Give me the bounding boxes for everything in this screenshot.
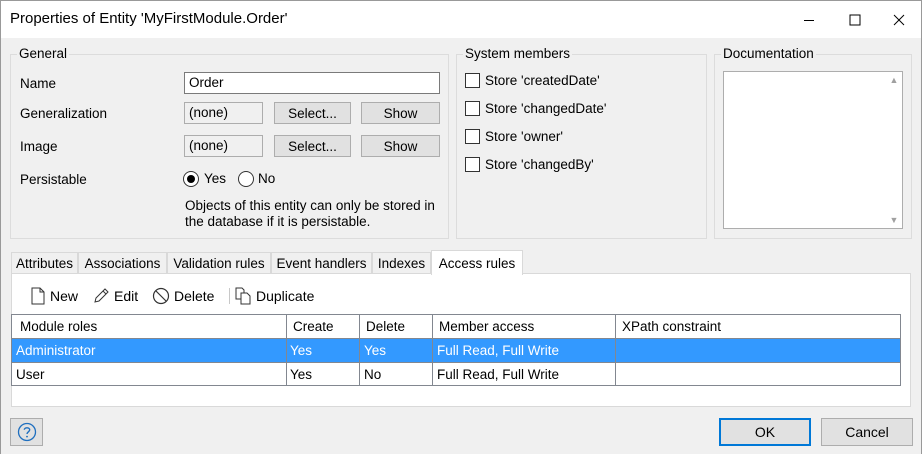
- image-show-button[interactable]: Show: [361, 135, 440, 157]
- new-document-icon: [31, 287, 45, 305]
- new-button[interactable]: New: [30, 286, 78, 306]
- cell-delete: No: [364, 367, 382, 382]
- access-rules-toolbar: New Edit Delete Duplicate: [22, 282, 902, 310]
- persistable-note-line2: the database if it is persistable.: [185, 214, 371, 229]
- properties-dialog: Properties of Entity 'MyFirstModule.Orde…: [0, 0, 922, 454]
- created-date-label[interactable]: Store 'createdDate': [485, 73, 600, 88]
- title-bar: Properties of Entity 'MyFirstModule.Orde…: [1, 1, 921, 38]
- column-divider: [432, 315, 433, 385]
- cell-delete: Yes: [364, 343, 387, 358]
- persistable-note-line1: Objects of this entity can only be store…: [185, 198, 435, 213]
- persistable-label: Persistable: [20, 172, 87, 187]
- access-rules-table: Module roles Create Delete Member access…: [11, 314, 901, 386]
- ok-button[interactable]: OK: [719, 418, 811, 446]
- delete-button[interactable]: Delete: [152, 286, 214, 306]
- persistable-yes-label[interactable]: Yes: [204, 171, 226, 186]
- documentation-legend: Documentation: [721, 46, 816, 61]
- documentation-textarea[interactable]: [723, 71, 903, 229]
- generalization-show-button[interactable]: Show: [361, 102, 440, 124]
- toolbar-separator: [229, 288, 230, 304]
- system-members-legend: System members: [463, 46, 573, 61]
- name-input[interactable]: Order: [184, 72, 440, 94]
- window-title: Properties of Entity 'MyFirstModule.Orde…: [10, 10, 288, 27]
- help-button[interactable]: [10, 418, 43, 446]
- edit-label: Edit: [114, 288, 139, 304]
- created-date-checkbox[interactable]: [465, 73, 480, 88]
- persistable-no-label[interactable]: No: [258, 171, 275, 186]
- cell-create: Yes: [290, 367, 313, 382]
- system-members-group: System members Store 'createdDate' Store…: [456, 46, 707, 239]
- pencil-icon: [94, 288, 109, 303]
- name-label: Name: [20, 76, 57, 91]
- image-label: Image: [20, 139, 58, 154]
- delete-icon: [152, 287, 170, 305]
- close-button[interactable]: [876, 1, 922, 38]
- edit-button[interactable]: Edit: [92, 286, 138, 306]
- changed-by-label[interactable]: Store 'changedBy': [485, 157, 594, 172]
- minimize-icon: [804, 19, 814, 21]
- column-header-create[interactable]: Create: [289, 315, 359, 339]
- maximize-icon: [849, 14, 861, 25]
- cell-module-role: User: [16, 367, 45, 382]
- cell-xpath: [616, 363, 886, 387]
- minimize-button[interactable]: [786, 1, 832, 38]
- tab-indexes[interactable]: Indexes: [372, 252, 431, 274]
- general-group: General Name Order Generalization (none)…: [10, 46, 449, 239]
- tab-attributes[interactable]: Attributes: [11, 252, 78, 274]
- changed-by-checkbox[interactable]: [465, 157, 480, 172]
- changed-date-checkbox[interactable]: [465, 101, 480, 116]
- scroll-down-icon[interactable]: ▼: [886, 212, 902, 228]
- generalization-label: Generalization: [20, 106, 108, 121]
- column-header-delete[interactable]: Delete: [362, 315, 432, 339]
- duplicate-label: Duplicate: [256, 288, 315, 304]
- tab-event-handlers[interactable]: Event handlers: [271, 252, 372, 274]
- persistable-no-radio[interactable]: [238, 171, 254, 187]
- generalization-select-button[interactable]: Select...: [274, 102, 351, 124]
- table-row[interactable]: User Yes No Full Read, Full Write: [12, 363, 900, 387]
- delete-label: Delete: [174, 288, 215, 304]
- cell-member-access: Full Read, Full Write: [437, 367, 560, 382]
- cell-module-role: Administrator: [16, 343, 96, 358]
- image-select-button[interactable]: Select...: [274, 135, 351, 157]
- column-header-xpath-constraint[interactable]: XPath constraint: [618, 315, 888, 339]
- table-row[interactable]: Administrator Yes Yes Full Read, Full Wr…: [12, 339, 900, 363]
- cell-xpath: [616, 339, 886, 363]
- scroll-up-icon[interactable]: ▲: [886, 72, 902, 88]
- duplicate-icon: [235, 287, 251, 305]
- duplicate-button[interactable]: Duplicate: [234, 286, 314, 306]
- owner-label[interactable]: Store 'owner': [485, 129, 563, 144]
- changed-date-label[interactable]: Store 'changedDate': [485, 101, 607, 116]
- generalization-field: (none): [184, 102, 263, 124]
- dialog-content: General Name Order Generalization (none)…: [1, 38, 921, 454]
- row-divider: [12, 362, 900, 363]
- table-header: Module roles Create Delete Member access…: [12, 315, 900, 339]
- tab-associations[interactable]: Associations: [78, 252, 167, 274]
- cell-member-access: Full Read, Full Write: [437, 343, 560, 358]
- persistable-yes-radio[interactable]: [183, 171, 199, 187]
- column-divider: [615, 315, 616, 385]
- tab-validation-rules[interactable]: Validation rules: [167, 252, 271, 274]
- owner-checkbox[interactable]: [465, 129, 480, 144]
- column-divider: [286, 315, 287, 385]
- column-divider: [359, 315, 360, 385]
- maximize-button[interactable]: [832, 1, 878, 38]
- new-label: New: [50, 288, 79, 304]
- tab-access-rules[interactable]: Access rules: [431, 250, 523, 275]
- cancel-button[interactable]: Cancel: [821, 418, 913, 446]
- image-field: (none): [184, 135, 263, 157]
- column-header-module-roles[interactable]: Module roles: [16, 315, 286, 339]
- documentation-group: Documentation ▲ ▼: [714, 46, 912, 239]
- help-icon: [17, 422, 36, 442]
- close-icon: [893, 14, 905, 25]
- column-header-member-access[interactable]: Member access: [435, 315, 615, 339]
- cell-create: Yes: [290, 343, 313, 358]
- general-legend: General: [17, 46, 70, 61]
